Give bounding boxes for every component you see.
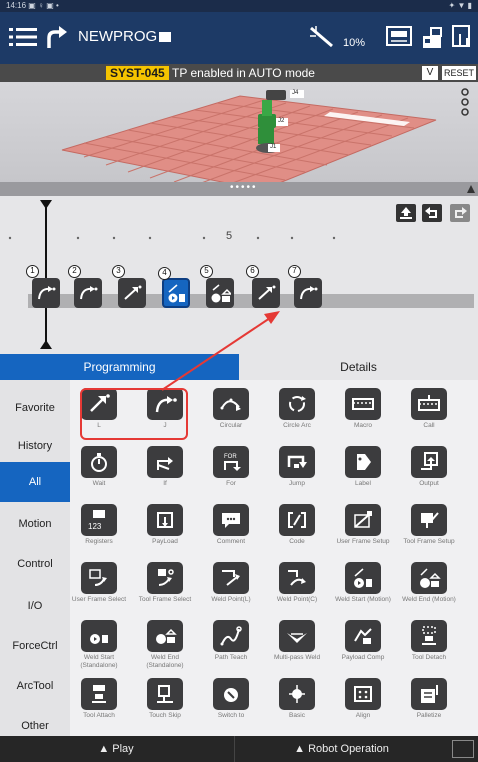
play-button[interactable]: ▲ Play bbox=[0, 736, 232, 762]
bottom-bar: ▲ Play ▲ Robot Operation bbox=[0, 736, 478, 762]
panel-toggle-icon[interactable] bbox=[452, 740, 474, 758]
robot-operation-button[interactable]: ▲ Robot Operation bbox=[234, 736, 448, 762]
annotation-arrow bbox=[161, 311, 280, 391]
app-frame: 14:16 ▣ ♀ ▣ • ✦ ▼ ▮ NEWPROG 10% SYST-045… bbox=[0, 0, 478, 762]
